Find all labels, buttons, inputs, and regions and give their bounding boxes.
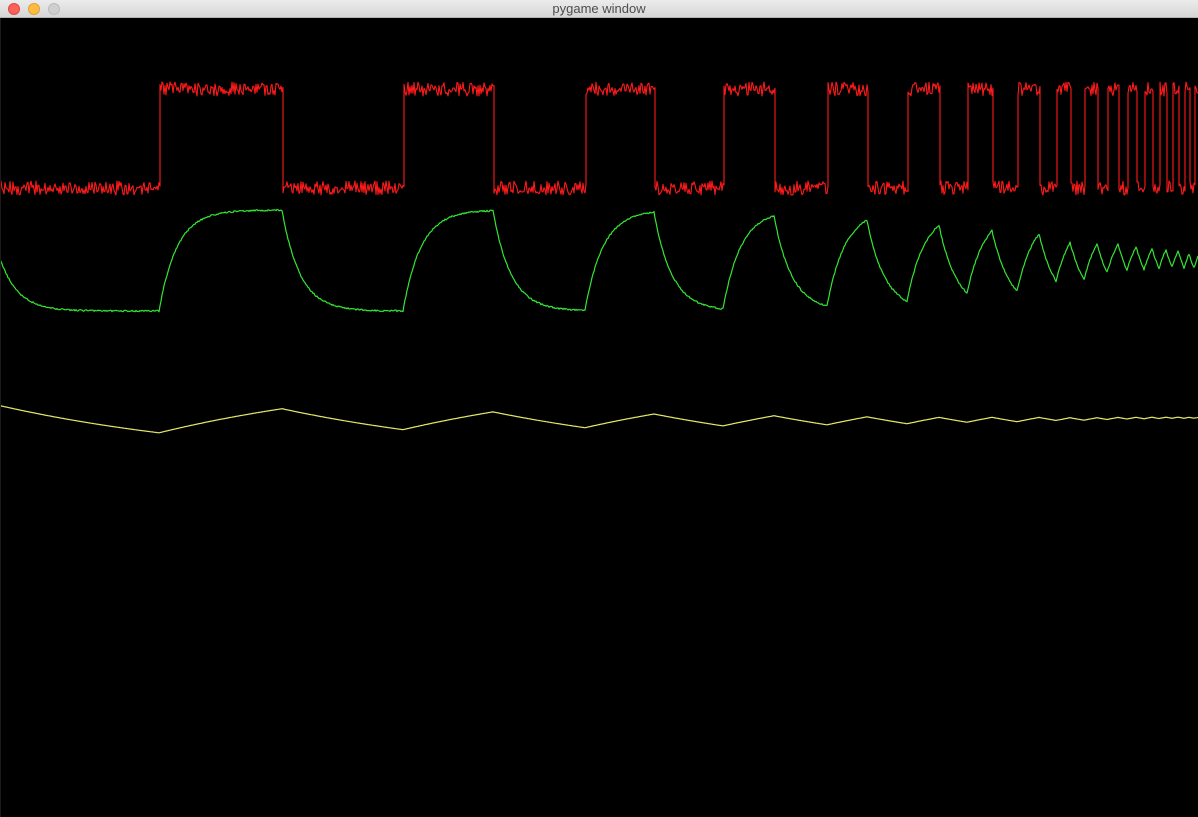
signal-plot [0,18,1198,817]
window-title: pygame window [552,1,646,16]
pygame-window: pygame window [0,0,1198,817]
pygame-canvas[interactable] [0,18,1198,817]
window-titlebar[interactable]: pygame window [0,0,1198,18]
left-edge-line [0,18,1,817]
